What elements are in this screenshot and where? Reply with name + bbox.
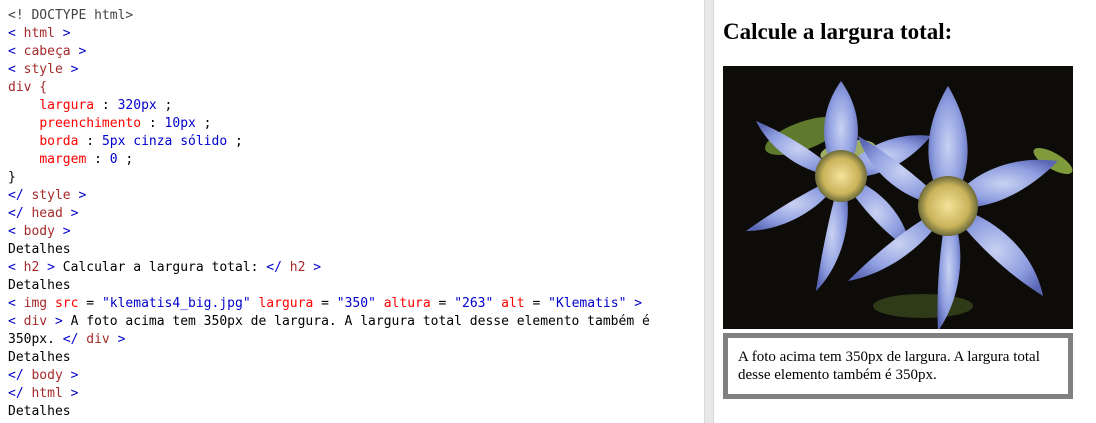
code-line-h2: < h2 > Calcular a largura total: </ h2 > [8,260,322,275]
code-line-detalhes: Detalhes [8,278,71,293]
code-line-rule: margem : 0 ; [39,152,134,167]
code-line-doctype: <! DOCTYPE html> [8,8,134,23]
code-line-rule: preenchimento : 10px ; [39,116,212,131]
panel-splitter[interactable] [704,0,714,423]
code-line-html-close: </ html > [8,386,79,401]
code-line-style-close: </ style > [8,188,87,203]
caption-text: A foto acima tem 350px de largura. A lar… [738,349,1040,383]
code-line-html-open: < html > [8,26,71,41]
code-line-style-open: < style > [8,62,79,77]
code-line-img: < img src = "klematis4_big.jpg" largura … [8,296,643,311]
code-editor[interactable]: <! DOCTYPE html> < html > < cabeça > < s… [0,0,704,423]
code-line-detalhes: Detalhes [8,242,71,257]
code-line-detalhes: Detalhes [8,404,71,419]
caption-box: A foto acima tem 350px de largura. A lar… [723,333,1073,399]
code-line-head-open: < cabeça > [8,44,87,59]
code-line-div: < div > A foto acima tem 350px de largur… [8,314,658,347]
preview-heading: Calcule a largura total: [723,19,953,44]
code-line-head-close: </ head > [8,206,79,221]
result-preview: Calcule a largura total: A foto acima te… [714,0,1096,423]
code-line-rule: largura : 320px ; [39,98,173,113]
klematis-image [723,66,1073,329]
code-line-detalhes: Detalhes [8,350,71,365]
code-line-selector: div { [8,80,48,95]
code-line-close-brace: } [8,170,16,185]
code-line-body-close: </ body > [8,368,79,383]
code-line-rule: borda : 5px cinza sólido ; [39,134,243,149]
code-line-body-open: < body > [8,224,71,239]
